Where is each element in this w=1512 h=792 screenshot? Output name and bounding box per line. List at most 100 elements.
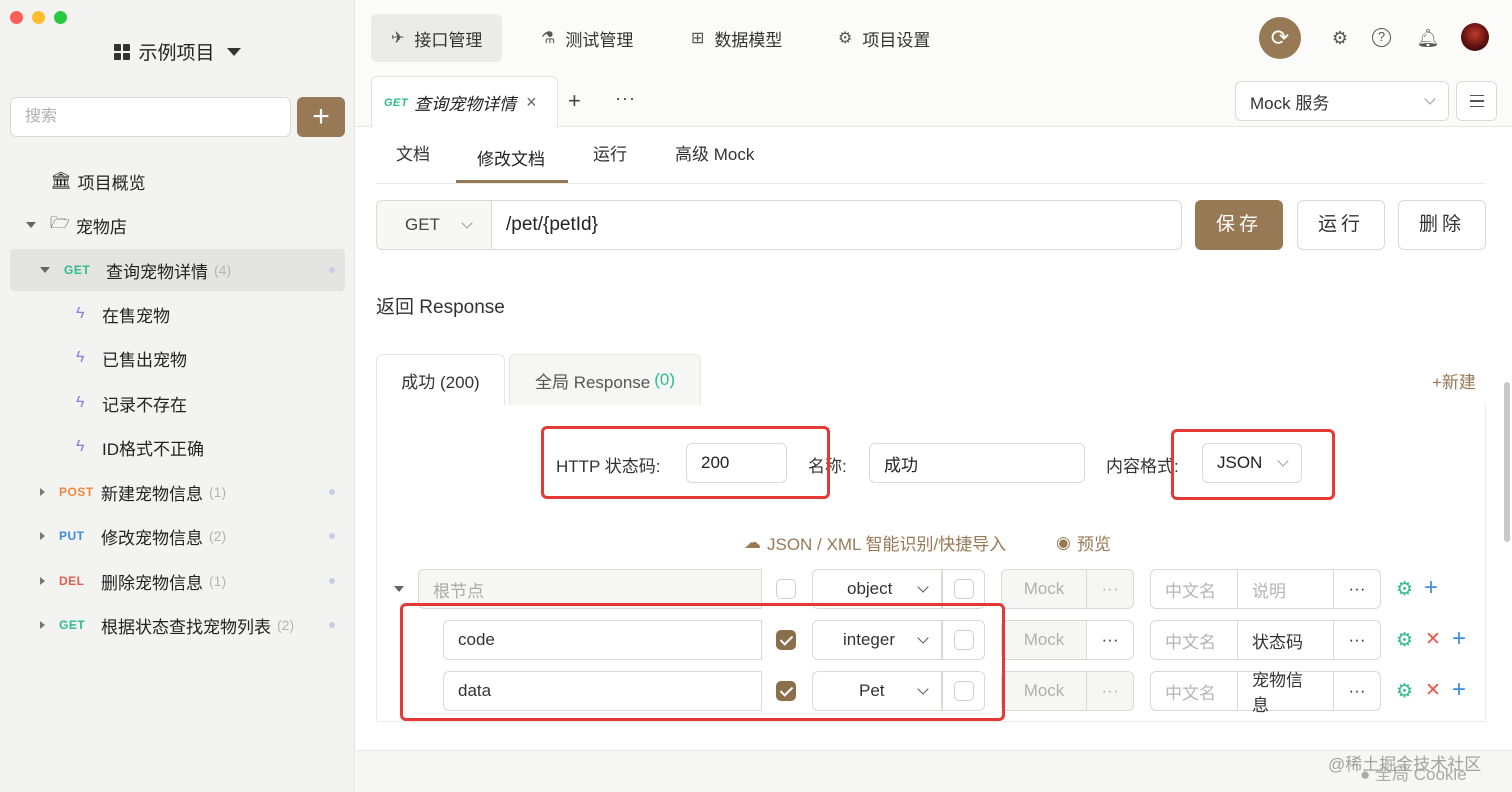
- mock-more-button[interactable]: ···: [1086, 671, 1134, 711]
- save-button[interactable]: 保存: [1195, 200, 1283, 250]
- expand-icon[interactable]: [40, 488, 45, 496]
- project-switcher[interactable]: 示例项目: [0, 38, 355, 65]
- more-tabs-button[interactable]: ···: [615, 88, 636, 109]
- preview-link[interactable]: ◉ 预览: [1056, 530, 1111, 555]
- sidebar-endpoint-1[interactable]: POST 新建宠物信息 (1): [10, 471, 345, 513]
- chinese-name-input[interactable]: 中文名: [1150, 620, 1238, 660]
- active-tab-indicator: [456, 180, 568, 183]
- bank-icon: 🏛: [50, 171, 72, 190]
- url-input[interactable]: [491, 200, 1182, 250]
- sidebar-endpoint-2[interactable]: PUT 修改宠物信息 (2): [10, 515, 345, 557]
- add-field-icon[interactable]: +: [1452, 676, 1466, 704]
- smart-import-link[interactable]: ☁ JSON / XML 智能识别/快捷导入: [744, 530, 1006, 555]
- nullable-checkbox[interactable]: [954, 579, 974, 599]
- highlight-box-fields: [400, 603, 1005, 721]
- mock-service-select[interactable]: Mock 服务: [1235, 81, 1449, 121]
- watermark-text: @稀土掘金技术社区: [1328, 755, 1482, 774]
- chinese-name-input[interactable]: 中文名: [1150, 671, 1238, 711]
- method-badge: GET: [64, 263, 91, 277]
- sidebar-folder-petstore[interactable]: 🗁 宠物店: [10, 204, 345, 246]
- sidebar-case-3[interactable]: ϟ ID格式不正确: [10, 426, 345, 468]
- highlight-box-status: [541, 426, 830, 499]
- description-more-button[interactable]: ···: [1333, 620, 1381, 660]
- required-checkbox[interactable]: [776, 579, 796, 599]
- sidebar: 示例项目 + 🏛 项目概览 🗁 宠物店 GET 查询宠物详情 (4) ϟ 在售宠…: [0, 0, 355, 792]
- description-input[interactable]: 说明: [1237, 569, 1334, 609]
- case-count: (4): [214, 262, 232, 278]
- expand-icon[interactable]: [40, 267, 50, 273]
- delete-field-icon[interactable]: ✕: [1425, 679, 1441, 702]
- minimize-window-button[interactable]: [32, 11, 45, 24]
- endpoint-name: 删除宠物信息: [101, 573, 203, 593]
- settings-icon[interactable]: ⚙: [1328, 26, 1352, 50]
- case-count: (1): [209, 573, 227, 589]
- name-input[interactable]: 成功: [869, 443, 1085, 483]
- subtab-run[interactable]: 运行: [593, 140, 627, 165]
- new-tab-button[interactable]: +: [568, 88, 581, 114]
- sidebar-endpoint-0[interactable]: GET 查询宠物详情 (4): [10, 249, 345, 291]
- doc-tab-active[interactable]: GET 查询宠物详情 ×: [371, 76, 558, 128]
- description-more-button[interactable]: ···: [1333, 569, 1381, 609]
- tab-project-settings[interactable]: ⚙ 项目设置: [818, 14, 950, 62]
- subtab-advanced-mock[interactable]: 高级 Mock: [675, 140, 754, 165]
- add-field-icon[interactable]: +: [1452, 625, 1466, 653]
- run-button[interactable]: 运行: [1297, 200, 1385, 250]
- avatar[interactable]: [1461, 23, 1489, 51]
- zoom-window-button[interactable]: [54, 11, 67, 24]
- settings-icon[interactable]: ⚙: [1396, 629, 1413, 652]
- link-label: JSON / XML 智能识别/快捷导入: [767, 535, 1007, 554]
- description-more-button[interactable]: ···: [1333, 671, 1381, 711]
- list-menu-button[interactable]: [1456, 81, 1497, 121]
- mock-input[interactable]: Mock: [1001, 620, 1087, 660]
- subtab-doc[interactable]: 文档: [396, 140, 430, 165]
- expand-icon[interactable]: [40, 621, 45, 629]
- sidebar-case-0[interactable]: ϟ 在售宠物: [10, 293, 345, 335]
- delete-button[interactable]: 删除: [1398, 200, 1486, 250]
- settings-icon[interactable]: ⚙: [1396, 578, 1413, 601]
- expand-icon[interactable]: [40, 532, 45, 540]
- chinese-name-input[interactable]: 中文名: [1150, 569, 1238, 609]
- tab-api-management[interactable]: ✈ 接口管理: [371, 14, 503, 62]
- chevron-down-icon: [1424, 93, 1436, 105]
- expand-icon[interactable]: [40, 577, 45, 585]
- status-dot: [329, 267, 335, 273]
- tab-test-management[interactable]: ⚗ 测试管理: [521, 14, 653, 62]
- tab-data-model[interactable]: ⊞ 数据模型: [671, 14, 802, 62]
- expand-icon[interactable]: [26, 222, 36, 228]
- mock-more-button[interactable]: ···: [1086, 620, 1134, 660]
- subtab-edit-doc[interactable]: 修改文档: [477, 145, 545, 170]
- mock-input[interactable]: Mock: [1001, 569, 1087, 609]
- endpoint-name: 根据状态查找宠物列表: [101, 617, 271, 637]
- collapse-icon[interactable]: [394, 586, 404, 592]
- description-input[interactable]: 状态码: [1237, 620, 1334, 660]
- tab-global-response[interactable]: 全局 Response (0): [509, 354, 701, 405]
- tab-count: (0): [654, 370, 676, 389]
- sidebar-case-2[interactable]: ϟ 记录不存在: [10, 382, 345, 424]
- window-controls: [10, 11, 67, 24]
- sidebar-endpoint-3[interactable]: DEL 删除宠物信息 (1): [10, 560, 345, 602]
- sidebar-case-1[interactable]: ϟ 已售出宠物: [10, 337, 345, 379]
- add-field-icon[interactable]: +: [1424, 574, 1438, 602]
- status-dot: [329, 622, 335, 628]
- case-name: 记录不存在: [102, 395, 187, 415]
- mock-more-button[interactable]: ···: [1086, 569, 1134, 609]
- sidebar-item-label: 宠物店: [75, 217, 127, 237]
- http-method-select[interactable]: GET: [376, 200, 491, 250]
- tab-success-response[interactable]: 成功 (200): [376, 354, 505, 405]
- add-button[interactable]: +: [297, 97, 345, 137]
- flask-icon: ⚗: [541, 30, 556, 47]
- new-response-button[interactable]: +新建: [1432, 368, 1476, 393]
- delete-field-icon[interactable]: ✕: [1425, 628, 1441, 651]
- description-input[interactable]: 宠物信息: [1237, 671, 1334, 715]
- close-icon[interactable]: ×: [526, 92, 537, 113]
- bell-icon[interactable]: 🔔︎: [1416, 26, 1440, 50]
- sidebar-item-overview[interactable]: 🏛 项目概览: [10, 160, 345, 202]
- mock-input[interactable]: Mock: [1001, 671, 1087, 711]
- help-icon[interactable]: ?: [1372, 28, 1391, 47]
- close-window-button[interactable]: [10, 11, 23, 24]
- scrollbar[interactable]: [1504, 382, 1510, 542]
- settings-icon[interactable]: ⚙: [1396, 680, 1413, 703]
- sync-button[interactable]: ⟳: [1259, 17, 1301, 59]
- sidebar-endpoint-4[interactable]: GET 根据状态查找宠物列表 (2): [10, 604, 345, 646]
- search-input[interactable]: [10, 97, 291, 137]
